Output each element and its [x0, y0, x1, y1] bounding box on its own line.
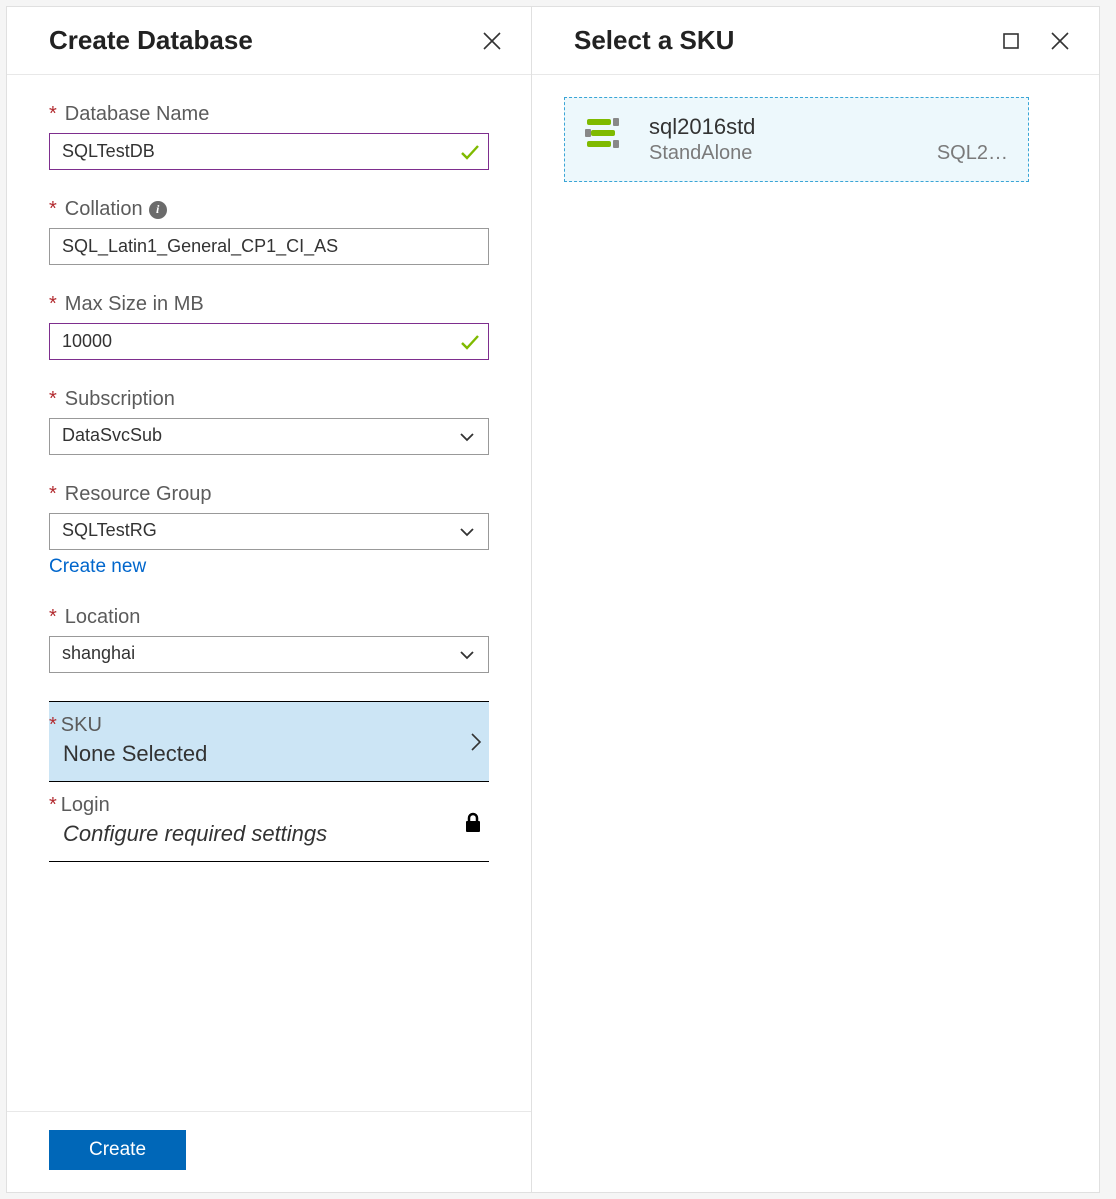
collation-field: * Collation i [49, 198, 489, 265]
sku-value: None Selected [49, 741, 479, 767]
check-icon [459, 331, 481, 353]
create-button[interactable]: Create [49, 1130, 186, 1170]
database-name-label: * Database Name [49, 103, 489, 126]
chevron-down-icon [458, 523, 476, 541]
panel-footer: Create [7, 1111, 531, 1192]
left-panel-header: Create Database [7, 7, 531, 75]
sku-type: StandAlone [649, 142, 752, 165]
sku-text: sql2016std StandAlone SQL2… [649, 114, 1008, 165]
resource-group-label: * Resource Group [49, 483, 489, 506]
resource-group-select[interactable]: SQLTestRG [49, 513, 489, 550]
sku-tier-icon [585, 114, 629, 165]
subscription-label: * Subscription [49, 388, 489, 411]
required-marker: * [49, 103, 57, 126]
required-marker: * [49, 794, 57, 817]
location-label: * Location [49, 606, 489, 629]
select-sku-panel: Select a SKU [531, 6, 1100, 1193]
create-new-link[interactable]: Create new [49, 556, 146, 578]
max-size-field: * Max Size in MB [49, 293, 489, 360]
info-icon[interactable]: i [149, 201, 167, 219]
close-icon [481, 30, 503, 52]
lock-icon [463, 811, 483, 833]
sku-label: SKU [61, 714, 102, 737]
subscription-select[interactable]: DataSvcSub [49, 418, 489, 455]
location-select[interactable]: shanghai [49, 636, 489, 673]
page-title: Create Database [49, 25, 253, 56]
location-field: * Location shanghai [49, 606, 489, 673]
sku-name: sql2016std [649, 114, 1008, 140]
required-marker: * [49, 483, 57, 506]
required-marker: * [49, 714, 57, 737]
close-button[interactable] [479, 28, 505, 54]
required-marker: * [49, 606, 57, 629]
check-icon [459, 141, 481, 163]
required-marker: * [49, 293, 57, 316]
collation-label: * Collation i [49, 198, 489, 221]
resource-group-field: * Resource Group SQLTestRG Create new [49, 483, 489, 578]
chevron-down-icon [458, 646, 476, 664]
sku-card[interactable]: sql2016std StandAlone SQL2… [564, 97, 1029, 182]
subscription-field: * Subscription DataSvcSub [49, 388, 489, 455]
sku-version: SQL2… [937, 142, 1008, 165]
restore-icon [1001, 31, 1021, 51]
sku-panel-title: Select a SKU [574, 25, 734, 56]
login-selector[interactable]: * Login Configure required settings [49, 782, 489, 862]
close-icon [1049, 30, 1071, 52]
collation-input[interactable] [49, 228, 489, 265]
restore-button[interactable] [999, 29, 1023, 53]
sku-selector[interactable]: * SKU None Selected [49, 701, 489, 782]
chevron-right-icon [469, 731, 483, 753]
create-database-panel: Create Database * Database Name [6, 6, 531, 1193]
max-size-label: * Max Size in MB [49, 293, 489, 316]
chevron-down-icon [458, 428, 476, 446]
login-label: Login [61, 794, 110, 817]
required-marker: * [49, 388, 57, 411]
right-panel-header: Select a SKU [532, 7, 1099, 75]
database-name-input[interactable] [49, 133, 489, 170]
close-button[interactable] [1047, 28, 1073, 54]
database-name-field: * Database Name [49, 103, 489, 170]
login-value: Configure required settings [49, 821, 479, 847]
form-body: * Database Name * Collation i [7, 75, 531, 1111]
max-size-input[interactable] [49, 323, 489, 360]
required-marker: * [49, 198, 57, 221]
sku-list: sql2016std StandAlone SQL2… [532, 75, 1099, 1192]
